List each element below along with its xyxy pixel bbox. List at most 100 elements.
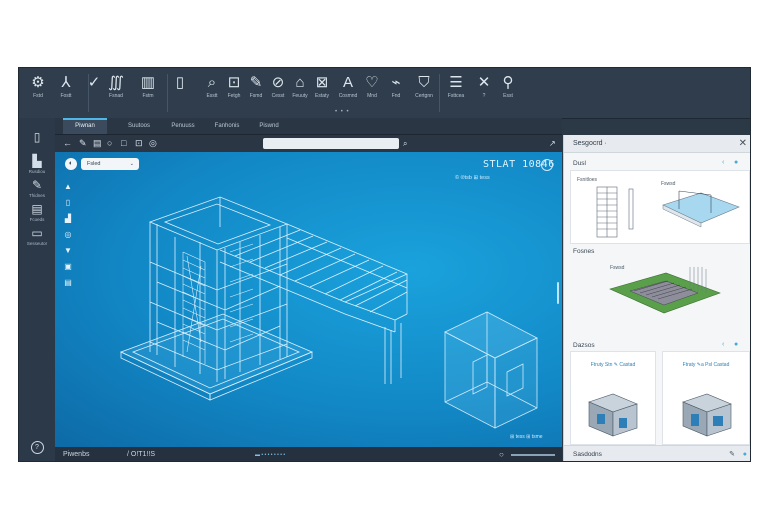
sidebar-item-5[interactable]: ▭ Sesseutor [19, 226, 55, 247]
shield-tool[interactable]: ⛉ Certgnn [411, 74, 437, 100]
sidebar-item-3[interactable]: ✎ Thidnes [19, 178, 55, 199]
image-tool[interactable]: ⊠ Estaty [309, 74, 335, 100]
heart-icon: ♡ [365, 74, 379, 91]
sidebar-item-4[interactable]: ▤ Fcoeds [19, 202, 55, 223]
info-icon[interactable]: ● [734, 159, 738, 166]
result-card-1[interactable]: Fsnitloes Fswsd [570, 170, 750, 244]
share-icon[interactable]: ‹ [722, 159, 724, 166]
tab-5[interactable]: Piswnd [249, 118, 289, 134]
app-window: • • • ⚙ Fstd ⅄ Fostt ✓ ∭ Fsnad ▥ Fstm ▯ ⌕ Esstt ⊡ Fet… [18, 67, 751, 462]
layers-icon: ▤ [31, 202, 43, 216]
pin-icon: ⚲ [502, 74, 514, 91]
server-tool[interactable]: ☰ Fsttcea [443, 74, 469, 100]
status-page-dots[interactable]: ▬ • • • • • • • • [255, 447, 285, 461]
card-thumbnails [596, 186, 740, 238]
panel-header: Sesgocrd · ✕ [564, 135, 750, 153]
axis-icon: ⅄ [61, 74, 71, 91]
info-icon[interactable]: ● [734, 341, 738, 348]
panel-title: Sesgocrd · [573, 140, 607, 147]
ribbon-toolbar: • • • ⚙ Fstd ⅄ Fostt ✓ ∭ Fsnad ▥ Fstm ▯ ⌕ Esstt ⊡ Fet… [19, 68, 750, 119]
tool-label: Mnd [367, 93, 377, 99]
pin-tool[interactable]: ⚲ Esst [495, 74, 521, 100]
info-icon[interactable]: ● [743, 446, 747, 461]
result-card-2[interactable]: Fswsd [570, 257, 748, 337]
tab-4[interactable]: Fanhonis [207, 118, 247, 134]
viewport-toolbar: ⌕ ↗ ← ✎ ▤ ○ □ ⊡ ◎ [55, 135, 562, 152]
3d-viewport[interactable]: ◐ Fsled ⌄ ▲ ▯ ▟ ◎ ▼ ▣ ▤ STLAT 10846 © ℗tsb ⊞ t… [55, 152, 562, 447]
tool-label: Fostt [60, 93, 72, 99]
target-icon[interactable]: ◎ [149, 137, 157, 150]
building-thumbnail [588, 393, 638, 437]
axis-tool[interactable]: ⅄ Fostt [53, 74, 79, 100]
collapse-icon[interactable]: ‹ [722, 341, 724, 348]
zoom-icon[interactable]: ○ [499, 447, 504, 461]
hook-tool[interactable]: ⌁ Fnd [383, 74, 409, 100]
edit-icon[interactable]: ✎ [729, 446, 735, 461]
hook-icon: ⌁ [391, 74, 401, 91]
help-circle-icon[interactable]: ? [19, 436, 55, 454]
section-heading-3: Dazsos [573, 342, 595, 349]
book-icon: ▥ [140, 74, 156, 91]
sidebar-item-1[interactable]: ▯ [19, 130, 55, 144]
tab-3[interactable]: Penuuss [163, 118, 203, 134]
coil-icon: ∭ [108, 74, 124, 91]
result-card-3[interactable]: Ftruty Stn ✎ Castad [570, 351, 656, 445]
pencil-icon[interactable]: ✎ [79, 137, 87, 150]
building-thumbnail [682, 393, 732, 437]
image-icon: ⊠ [315, 74, 329, 91]
ribbon-more-dots[interactable]: • • • [335, 109, 350, 115]
monitor-icon: ▭ [31, 226, 43, 240]
document-gear-icon: ⚙ [31, 74, 45, 91]
circle-icon[interactable]: ○ [107, 137, 112, 150]
left-sidebar: ? ▯ ▙ Rusdiou ✎ Thidnes ▤ Fcoeds ▭ Sesseutor [19, 118, 56, 461]
close-icon[interactable]: ✕ [739, 135, 747, 152]
results-panel: Sesgocrd · ✕ Dusl ‹ ● Fsnitloes Fswsd Fo… [563, 135, 750, 461]
sidebar-item-label: Thidnes [28, 193, 45, 198]
panel-footer-label[interactable]: Sasdodns [573, 446, 602, 461]
result-card-4[interactable]: Ftraty ✎a Psl Castad [662, 351, 750, 445]
section-heading-2: Fosnes [573, 248, 595, 255]
expand-icon[interactable]: ↗ [549, 137, 556, 150]
ribbon-separator [439, 74, 440, 112]
sidebar-item-2[interactable]: ▙ Rusdiou [19, 154, 55, 175]
viewport-status-bar: Piwenbs / O!T1!!S ▬ • • • • • • • • ○ [55, 447, 562, 461]
status-mode[interactable]: Piwenbs [63, 447, 89, 461]
tool-label: Fsnad [109, 93, 123, 99]
tool-label: Fnd [391, 93, 401, 99]
tool-label: Fstm [142, 93, 154, 99]
glass-box [444, 311, 538, 429]
tools-icon: ✕ [477, 74, 491, 91]
view-tabs: Piwnan Suutoos Penuuss Fanhonis Piswnd [55, 118, 562, 135]
sidebar-item-label: Rusdiou [28, 169, 46, 174]
building-icon: ▙ [32, 154, 42, 168]
panel-icon: ▯ [33, 130, 41, 144]
tool-label: ? [482, 93, 486, 99]
tab-2[interactable]: Suutoos [119, 118, 159, 134]
back-icon[interactable]: ← [63, 137, 72, 150]
tool-label: Cosmnd [338, 93, 358, 99]
square-icon[interactable]: □ [121, 137, 126, 150]
address-bar[interactable] [263, 138, 399, 149]
letter-a-icon: A [342, 74, 353, 91]
tool-label: Certgnn [415, 93, 433, 99]
frame-icon[interactable]: ⊡ [135, 137, 143, 150]
search-icon[interactable]: ⌕ [403, 137, 407, 150]
letter-a-tool[interactable]: A Cosmnd [335, 74, 361, 100]
sidebar-item-label: Fcoeds [29, 217, 45, 222]
zoom-slider[interactable] [511, 454, 555, 456]
layers-icon[interactable]: ▤ [93, 137, 102, 150]
wireframe-model [119, 196, 538, 429]
status-coordinates: / O!T1!!S [127, 451, 156, 458]
server-icon: ☰ [449, 74, 463, 91]
tool-label: Estaty [315, 93, 329, 99]
clipboard-tool[interactable]: ▯ [167, 74, 193, 92]
tools-tool[interactable]: ✕? [471, 74, 497, 100]
heart-tool[interactable]: ♡ Mnd [359, 74, 385, 100]
section-heading-1: Dusl [573, 160, 587, 167]
book-tool[interactable]: ▥ Fstm [135, 74, 161, 100]
document-gear-tool[interactable]: ⚙ Fstd [25, 74, 51, 100]
coil-tool[interactable]: ∭ Fsnad [103, 74, 129, 100]
tab-1[interactable]: Piwnan [63, 118, 107, 134]
sidebar-item-label: Sesseutor [26, 241, 48, 246]
panel-footer: Sasdodns ✎ ● [564, 445, 750, 461]
